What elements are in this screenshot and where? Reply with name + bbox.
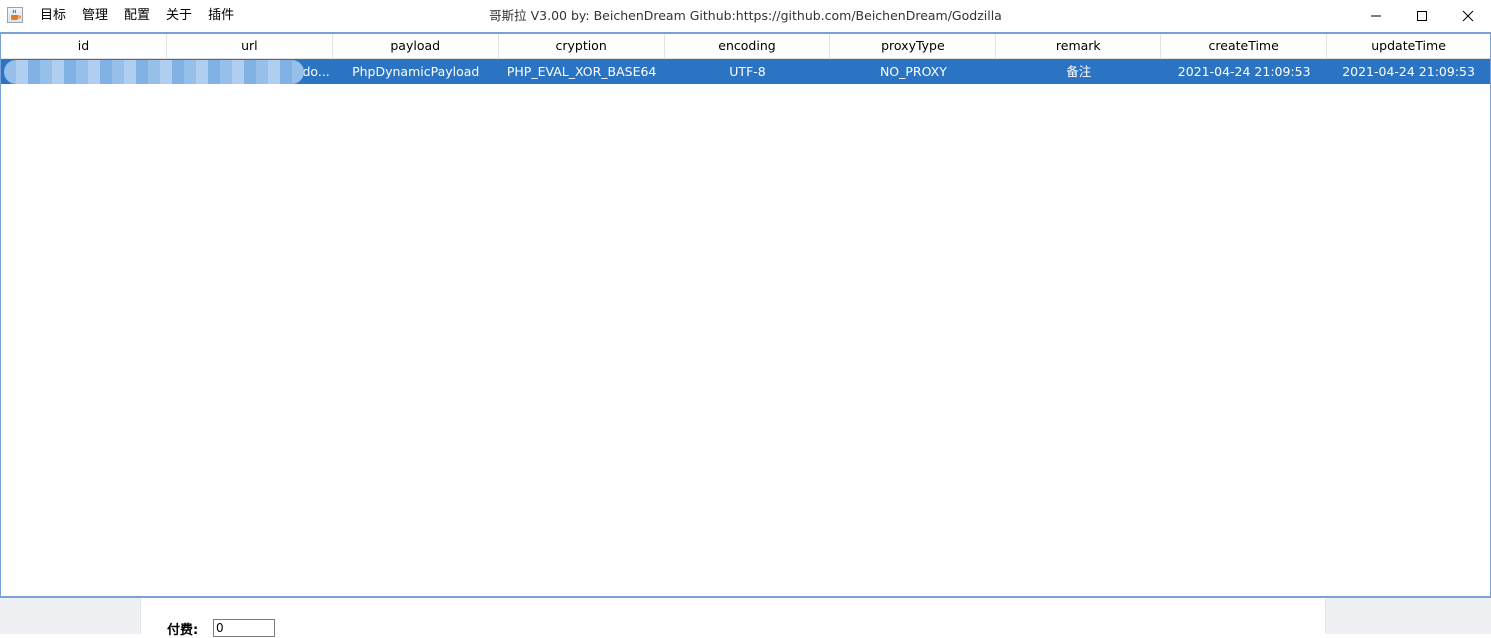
- column-header-proxytype[interactable]: proxyType: [830, 34, 997, 58]
- cell-payload: PhpDynamicPayload: [352, 64, 480, 79]
- window-controls: [1353, 0, 1491, 32]
- column-header-url[interactable]: url: [167, 34, 333, 58]
- menu-item-manage[interactable]: 管理: [74, 0, 116, 32]
- column-header-updatetime[interactable]: updateTime: [1327, 34, 1490, 58]
- menu-item-target[interactable]: 目标: [32, 0, 74, 32]
- cell-url-text: do...: [302, 64, 330, 79]
- column-header-createtime[interactable]: createTime: [1161, 34, 1328, 58]
- title-bar: 目标 管理 配置 关于 插件 哥斯拉 V3.00 by: BeichenDrea…: [0, 0, 1491, 32]
- cell-proxytype: NO_PROXY: [879, 64, 947, 79]
- app-window: 目标 管理 配置 关于 插件 哥斯拉 V3.00 by: BeichenDrea…: [0, 0, 1491, 638]
- maximize-icon: [1417, 11, 1427, 21]
- cell-updatetime: 2021-04-24 21:09:53: [1342, 64, 1475, 79]
- column-header-cryption[interactable]: cryption: [499, 34, 665, 58]
- close-button[interactable]: [1445, 0, 1491, 32]
- bottom-panel: 付费:: [140, 598, 1326, 638]
- menu-item-config[interactable]: 配置: [116, 0, 158, 32]
- menu-item-about[interactable]: 关于: [158, 0, 200, 32]
- column-header-remark[interactable]: remark: [996, 34, 1162, 58]
- minimize-icon: [1371, 15, 1381, 17]
- minimize-button[interactable]: [1353, 0, 1399, 32]
- redaction-blur: [4, 60, 304, 84]
- table-header: id url payload cryption encoding proxyTy…: [1, 34, 1490, 59]
- menu-item-plugins[interactable]: 插件: [200, 0, 242, 32]
- fee-label: 付费:: [167, 623, 199, 638]
- shell-table: id url payload cryption encoding proxyTy…: [0, 32, 1491, 598]
- fee-input[interactable]: [213, 619, 275, 637]
- cell-createtime: 2021-04-24 21:09:53: [1177, 64, 1311, 79]
- column-header-id[interactable]: id: [1, 34, 167, 58]
- maximize-button[interactable]: [1399, 0, 1445, 32]
- menu-bar: 目标 管理 配置 关于 插件: [32, 0, 242, 32]
- java-cup-icon[interactable]: [7, 7, 23, 23]
- close-icon: [1462, 10, 1474, 22]
- cell-remark: 备注: [1066, 64, 1092, 79]
- column-header-payload[interactable]: payload: [333, 34, 499, 58]
- cell-cryption: PHP_EVAL_XOR_BASE64: [506, 64, 657, 79]
- cell-encoding: UTF-8: [729, 64, 766, 79]
- column-header-encoding[interactable]: encoding: [665, 34, 831, 58]
- bottom-area: 付费:: [0, 598, 1491, 638]
